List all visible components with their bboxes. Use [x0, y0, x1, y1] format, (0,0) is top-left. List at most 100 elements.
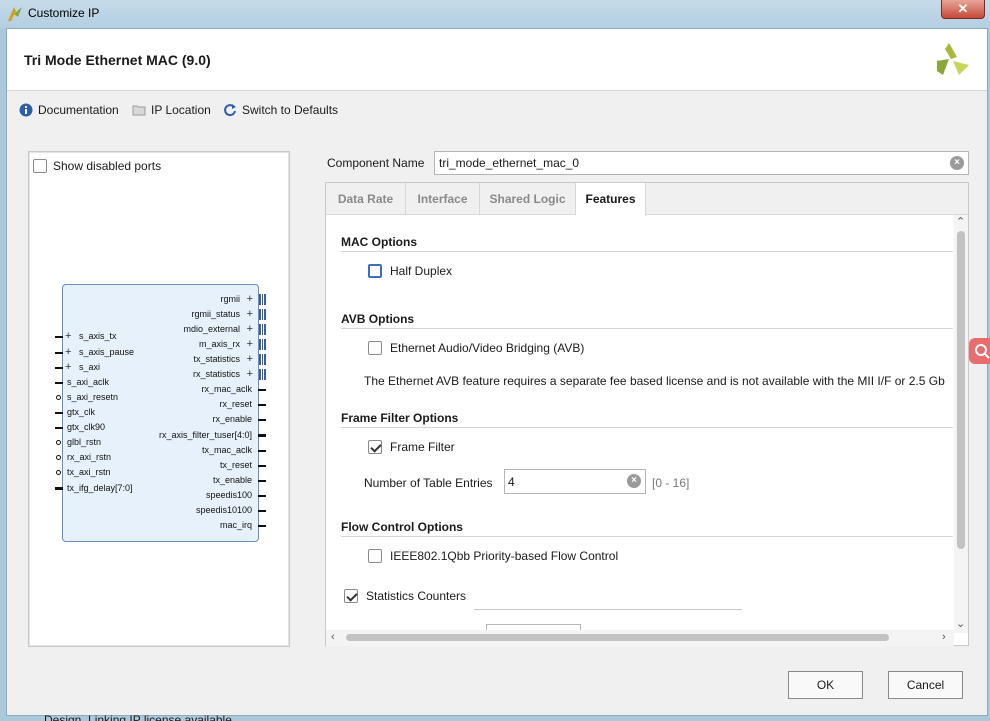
frame-filter-checkbox[interactable]: Frame Filter — [368, 440, 455, 454]
right-port-label: rx_axis_filter_tuser[4:0] — [158, 430, 252, 440]
clear-icon[interactable]: × — [950, 156, 964, 170]
component-name-input[interactable]: tri_mode_ethernet_mac_0 — [434, 151, 969, 175]
right-port-label: speedis100 — [205, 490, 252, 500]
license-status: Design_Linking IP license available — [44, 713, 232, 721]
customize-ip-dialog: Tri Mode Ethernet MAC (9.0) Documentatio… — [6, 28, 988, 721]
search-side-tab[interactable] — [969, 338, 990, 364]
right-port-label: speedis10100 — [195, 505, 252, 515]
config-tab-panel: Data Rate Interface Shared Logic Feature… — [325, 182, 969, 646]
flow-control-label: IEEE802.1Qbb Priority-based Flow Control — [390, 549, 619, 563]
right-port-label: rgmii_status — [191, 309, 240, 319]
checkbox-box[interactable] — [368, 264, 382, 278]
port-pin — [258, 465, 266, 467]
port-pin — [55, 412, 63, 414]
port-pin — [258, 450, 266, 452]
expand-plus-icon[interactable]: + — [247, 369, 253, 380]
table-entries-input[interactable]: 4 — [504, 469, 646, 494]
half-duplex-label: Half Duplex — [390, 264, 453, 278]
port-pin — [55, 427, 63, 429]
table-entries-label: Number of Table Entries — [364, 476, 493, 490]
left-port-label: tx_ifg_delay[7:0] — [67, 483, 133, 493]
checkbox-box[interactable] — [344, 589, 358, 603]
toolbar: Documentation IP Location Switch to Defa… — [7, 95, 987, 125]
scroll-down-icon[interactable]: ⌄ — [956, 617, 965, 630]
avb-options-heading: AVB Options — [341, 312, 415, 326]
expand-plus-icon[interactable]: + — [247, 354, 253, 365]
right-port-label: rx_enable — [212, 414, 252, 424]
right-port-label: tx_reset — [219, 460, 252, 470]
frame-filter-heading: Frame Filter Options — [341, 411, 459, 425]
documentation-button[interactable]: Documentation — [19, 103, 119, 117]
right-port-label: rx_statistics — [192, 369, 240, 379]
statistics-counters-checkbox[interactable]: Statistics Counters — [344, 589, 466, 603]
port-pin — [55, 367, 63, 369]
ok-button[interactable]: OK — [788, 671, 863, 699]
expand-plus-icon[interactable]: + — [247, 309, 253, 320]
documentation-label: Documentation — [38, 103, 119, 117]
left-port-label: glbl_rstn — [67, 437, 102, 447]
horizontal-scroll-thumb[interactable] — [346, 634, 889, 641]
port-pin — [55, 336, 63, 338]
close-window-button[interactable]: ✕ — [941, 0, 985, 19]
search-icon — [975, 344, 990, 359]
tab-data-rate[interactable]: Data Rate — [326, 183, 406, 215]
section-divider — [341, 427, 953, 428]
expand-plus-icon[interactable]: + — [247, 294, 253, 305]
right-port-label: mdio_external — [183, 324, 240, 334]
right-port-label: rx_reset — [219, 399, 252, 409]
port-bus-pin — [258, 434, 266, 437]
flow-control-heading: Flow Control Options — [341, 520, 463, 534]
expand-plus-icon[interactable]: + — [247, 339, 253, 350]
ip-location-button[interactable]: IP Location — [132, 103, 211, 117]
expand-plus-icon[interactable]: + — [247, 324, 253, 335]
tab-interface[interactable]: Interface — [406, 183, 480, 215]
checkbox-box[interactable] — [33, 159, 47, 173]
checkbox-box[interactable] — [368, 341, 382, 355]
expand-plus-icon[interactable]: + — [65, 331, 71, 342]
vertical-scroll-thumb[interactable] — [957, 231, 965, 549]
tab-features[interactable]: Features — [576, 183, 646, 216]
expand-plus-icon[interactable]: + — [65, 347, 71, 358]
port-pin — [258, 480, 266, 482]
horizontal-scrollbar[interactable]: ‹ › — [326, 630, 954, 646]
tab-shared-logic[interactable]: Shared Logic — [480, 183, 576, 215]
cancel-button[interactable]: Cancel — [888, 671, 963, 699]
bus-port-icon — [259, 294, 266, 305]
port-pin-inverted — [56, 395, 61, 400]
port-pin — [258, 525, 266, 527]
left-port-label: s_axis_pause — [79, 347, 135, 357]
checkbox-box[interactable] — [368, 440, 382, 454]
window-title: Customize IP — [28, 6, 100, 20]
avb-label: Ethernet Audio/Video Bridging (AVB) — [390, 341, 585, 355]
left-port-label: s_axi_aclk — [67, 377, 110, 387]
flow-control-checkbox[interactable]: IEEE802.1Qbb Priority-based Flow Control — [368, 549, 618, 563]
show-disabled-ports-label: Show disabled ports — [53, 159, 162, 173]
clear-icon[interactable]: × — [627, 474, 641, 488]
vertical-scrollbar[interactable]: ⌃ ⌄ — [954, 215, 968, 633]
dialog-header: Tri Mode Ethernet MAC (9.0) — [7, 29, 987, 91]
left-port-label: rx_axi_rstn — [67, 452, 112, 462]
show-disabled-ports-checkbox[interactable]: Show disabled ports — [33, 159, 161, 173]
left-port-label: s_axi — [79, 362, 101, 372]
bus-port-icon — [259, 354, 266, 365]
port-pin — [258, 495, 266, 497]
left-port-label: gtx_clk — [67, 407, 96, 417]
scroll-right-icon[interactable]: › — [942, 631, 946, 643]
refresh-icon — [224, 104, 236, 117]
switch-to-defaults-button[interactable]: Switch to Defaults — [223, 103, 338, 117]
switch-to-defaults-label: Switch to Defaults — [242, 103, 339, 117]
expand-plus-icon[interactable]: + — [65, 362, 71, 373]
bus-port-icon — [259, 324, 266, 335]
bus-port-icon — [259, 369, 266, 380]
checkbox-box[interactable] — [368, 549, 382, 563]
features-content: MAC Options Half Duplex AVB Options Ethe… — [326, 215, 954, 633]
frame-filter-label: Frame Filter — [390, 440, 455, 454]
half-duplex-checkbox[interactable]: Half Duplex — [368, 264, 452, 278]
avb-checkbox[interactable]: Ethernet Audio/Video Bridging (AVB) — [368, 341, 584, 355]
section-divider — [341, 328, 953, 329]
scroll-left-icon[interactable]: ‹ — [331, 631, 335, 643]
avb-license-note: The Ethernet AVB feature requires a sepa… — [364, 374, 945, 388]
scroll-up-icon[interactable]: ⌃ — [956, 215, 965, 228]
right-port-label: tx_mac_aclk — [201, 445, 252, 455]
port-pin — [258, 404, 266, 406]
